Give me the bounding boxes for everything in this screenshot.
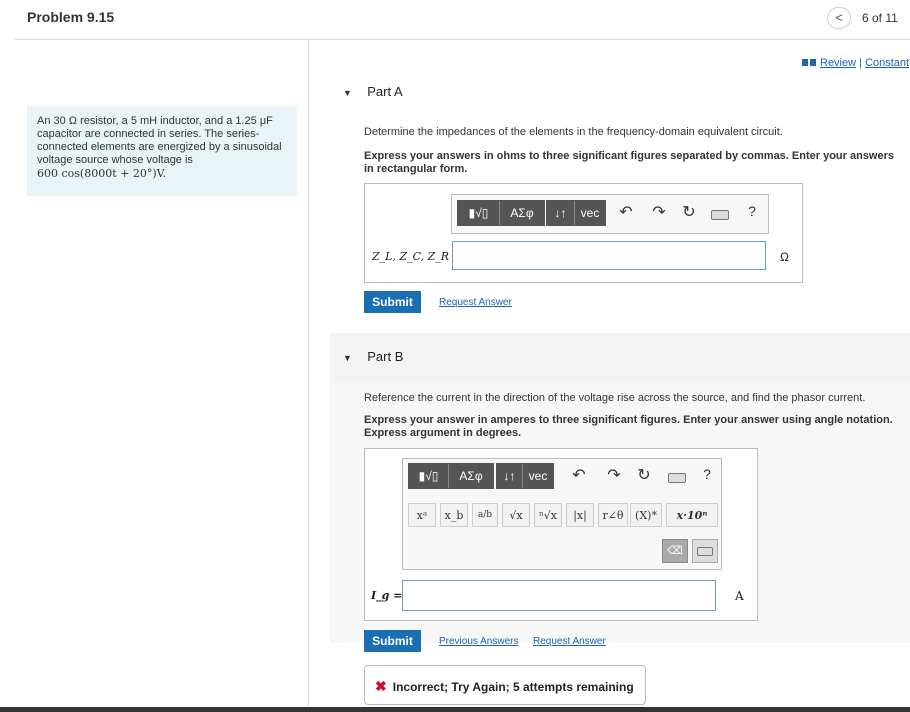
superscript-button[interactable]: xᵃ [408,503,436,527]
part-a-toggle[interactable]: ▼ Part A [343,84,403,99]
header-divider [15,39,910,40]
feedback-message: ✖ Incorrect; Try Again; 5 attempts remain… [364,665,646,705]
part-a-instruction: Express your answers in ohms to three si… [364,150,895,175]
angle-notation-button[interactable]: r∠θ [598,503,628,527]
problem-statement: An 30 Ω resistor, a 5 mH inductor, and a… [27,106,297,196]
part-a-input-label: Z_L, Z_C, Z_R = [372,250,462,263]
part-b-instruction-1: Express your answer in amperes to three … [364,414,893,426]
problem-line: voltage source whose voltage is [37,154,193,166]
arrows-button[interactable]: ↓↑ [497,464,523,488]
conjugate-button[interactable]: (X)* [630,503,662,527]
redo-icon[interactable]: ↷ [650,202,668,222]
review-icon [802,59,808,66]
link-separator: | [859,57,862,69]
problem-line: capacitor are connected in series. The s… [37,128,260,140]
greek-button[interactable]: ΑΣφ [449,464,493,488]
keyboard-toggle-icon[interactable] [692,539,718,563]
greek-button[interactable]: ΑΣφ [500,201,544,225]
review-links: Review | Constant [802,57,909,69]
part-a-label: Part A [367,84,403,99]
vec-button[interactable]: vec [523,464,553,488]
caret-down-icon: ▼ [343,353,352,363]
review-link[interactable]: Review [820,57,856,69]
redo-icon[interactable]: ↷ [605,465,623,485]
undo-icon[interactable]: ↶ [617,202,635,222]
part-b-toolbar-buttons: ▮√▯ ΑΣφ [408,463,494,489]
keyboard-icon[interactable] [711,209,729,223]
help-button[interactable]: ? [744,203,760,219]
part-b-submit-button[interactable]: Submit [364,630,421,652]
part-b-request-answer-link[interactable]: Request Answer [533,636,606,647]
templates-button[interactable]: ▮√▯ [409,464,449,488]
incorrect-x-icon: ✖ [375,678,387,694]
reset-icon[interactable]: ↻ [680,202,698,222]
previous-problem-button[interactable]: < [827,7,851,29]
part-b-unit: A [735,589,744,603]
part-b-answer-input[interactable] [402,580,716,611]
review-icon [810,59,816,66]
part-b-header [330,333,910,383]
backspace-icon[interactable]: ⌫ [662,539,688,563]
problem-line: connected elements are energized by a si… [37,141,282,153]
sqrt-button[interactable]: √x [502,503,530,527]
problem-line: 600 cos(8000t + 20°)V. [37,167,167,180]
reset-icon[interactable]: ↻ [635,465,653,485]
part-a-answer-input[interactable] [452,241,766,270]
constants-link[interactable]: Constant [865,57,909,69]
undo-icon[interactable]: ↶ [570,465,588,485]
part-a-question: Determine the impedances of the elements… [364,126,783,138]
part-a-toolbar-buttons: ▮√▯ ΑΣφ [457,200,545,226]
arrows-button[interactable]: ↓↑ [547,201,575,225]
nth-root-button[interactable]: ⁿ√x [534,503,562,527]
part-b-question: Reference the current in the direction o… [364,392,866,404]
problem-counter: 6 of 11 [862,11,898,25]
column-divider [308,40,309,708]
caret-down-icon: ▼ [343,88,352,98]
part-b-toolbar-buttons-2: ↓↑ vec [496,463,554,489]
part-b-instruction-2: Express argument in degrees. [364,427,522,439]
help-button[interactable]: ? [700,466,714,482]
keyboard-icon[interactable] [668,472,686,486]
fraction-button[interactable]: a/b [472,503,498,527]
vec-button[interactable]: vec [575,201,605,225]
previous-answers-link[interactable]: Previous Answers [439,636,518,647]
problem-title: Problem 9.15 [27,9,115,25]
part-a-unit: Ω [780,250,789,264]
bottom-bar [0,707,910,712]
part-b-input-label: I_g = [371,589,403,602]
part-a-request-answer-link[interactable]: Request Answer [439,297,512,308]
part-b-toggle[interactable]: ▼ Part B [343,349,403,364]
part-b-label: Part B [367,349,404,364]
problem-line: An 30 Ω resistor, a 5 mH inductor, and a… [37,115,273,127]
feedback-text: Incorrect; Try Again; 5 attempts remaini… [392,680,634,694]
part-a-toolbar-buttons-2: ↓↑ vec [546,200,606,226]
scientific-notation-button[interactable]: x·10ⁿ [666,503,718,527]
part-a-submit-button[interactable]: Submit [364,291,421,313]
subscript-button[interactable]: x_b [440,503,468,527]
abs-button[interactable]: |x| [566,503,594,527]
templates-button[interactable]: ▮√▯ [458,201,500,225]
